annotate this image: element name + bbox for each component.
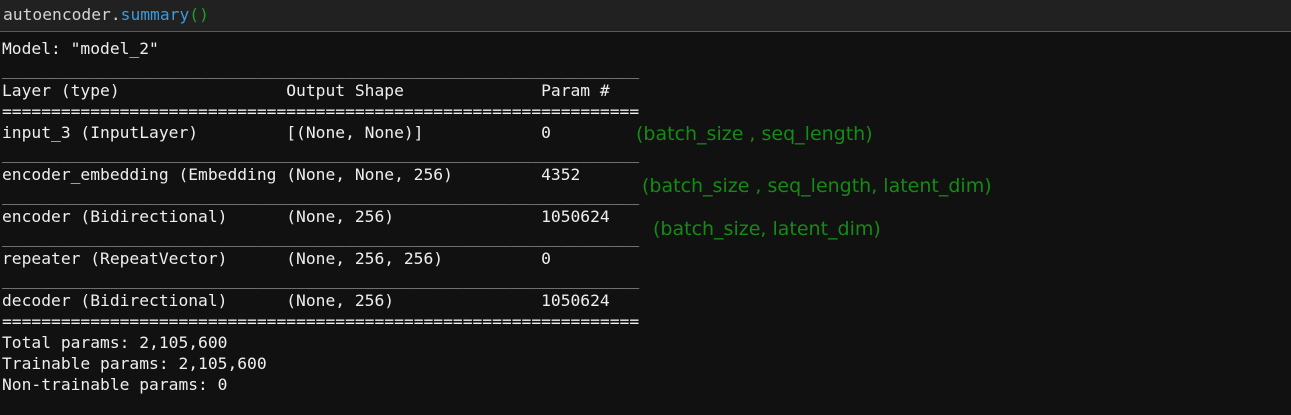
annotation-embedding-shape: (batch_size , seq_length, latent_dim) — [642, 175, 992, 197]
row-shape: (None, 256) — [286, 207, 395, 226]
annotation-encoder-shape: (batch_size, latent_dim) — [653, 218, 881, 240]
model-name: Model: "model_2" — [2, 39, 159, 58]
total-params: Total params: 2,105,600 — [2, 333, 228, 352]
code-line: autoencoder.summary() — [3, 4, 209, 25]
table-row: decoder (Bidirectional) (None, 256) 105062… — [2, 290, 639, 311]
table-header: Layer (type) Output Shape Param # — [2, 80, 639, 101]
header-shape: Output Shape — [286, 81, 404, 100]
cell-output: Model: "model_2" _______________________… — [2, 38, 639, 395]
row-shape: (None, 256) — [286, 291, 395, 310]
header-layer: Layer (type) — [2, 81, 120, 100]
row-layer: encoder (Bidirectional) — [2, 207, 228, 226]
table-row: repeater (RepeatVector) (None, 256, 256) 0 — [2, 248, 639, 269]
row-params: 0 — [541, 249, 551, 268]
table-row: input_3 (InputLayer) [(None, None)] 0 — [2, 122, 639, 143]
row-layer: input_3 (InputLayer) — [2, 123, 199, 142]
annotation-input-shape: (batch_size , seq_length) — [636, 123, 873, 145]
separator: ________________________________________… — [2, 270, 640, 289]
non-trainable-params: Non-trainable params: 0 — [2, 375, 228, 394]
row-params: 1050624 — [541, 291, 610, 310]
code-dot: . — [110, 5, 121, 24]
table-row: encoder (Bidirectional) (None, 256) 105062… — [2, 206, 639, 227]
code-object: autoencoder — [3, 5, 111, 24]
row-layer: encoder_embedding (Embedding — [2, 165, 277, 184]
table-row: encoder_embedding (Embedding (None, None,… — [2, 164, 639, 185]
row-params: 4352 — [541, 165, 581, 184]
row-params: 1050624 — [541, 207, 610, 226]
header-params: Param # — [541, 81, 610, 100]
row-layer: repeater (RepeatVector) — [2, 249, 228, 268]
separator: ________________________________________… — [2, 228, 640, 247]
separator: ________________________________________… — [2, 144, 640, 163]
row-params: 0 — [541, 123, 551, 142]
code-cell-input[interactable]: autoencoder.summary() — [0, 0, 1291, 32]
double-separator: ========================================… — [2, 312, 640, 331]
code-method: summary — [120, 5, 190, 24]
separator: ________________________________________… — [2, 186, 640, 205]
row-shape: (None, 256, 256) — [286, 249, 444, 268]
row-layer: decoder (Bidirectional) — [2, 291, 228, 310]
separator: ________________________________________… — [2, 60, 640, 79]
trainable-params: Trainable params: 2,105,600 — [2, 354, 267, 373]
code-parens: () — [189, 5, 209, 24]
row-shape: (None, None, 256) — [286, 165, 453, 184]
double-separator: ========================================… — [2, 102, 640, 121]
row-shape: [(None, None)] — [286, 123, 424, 142]
